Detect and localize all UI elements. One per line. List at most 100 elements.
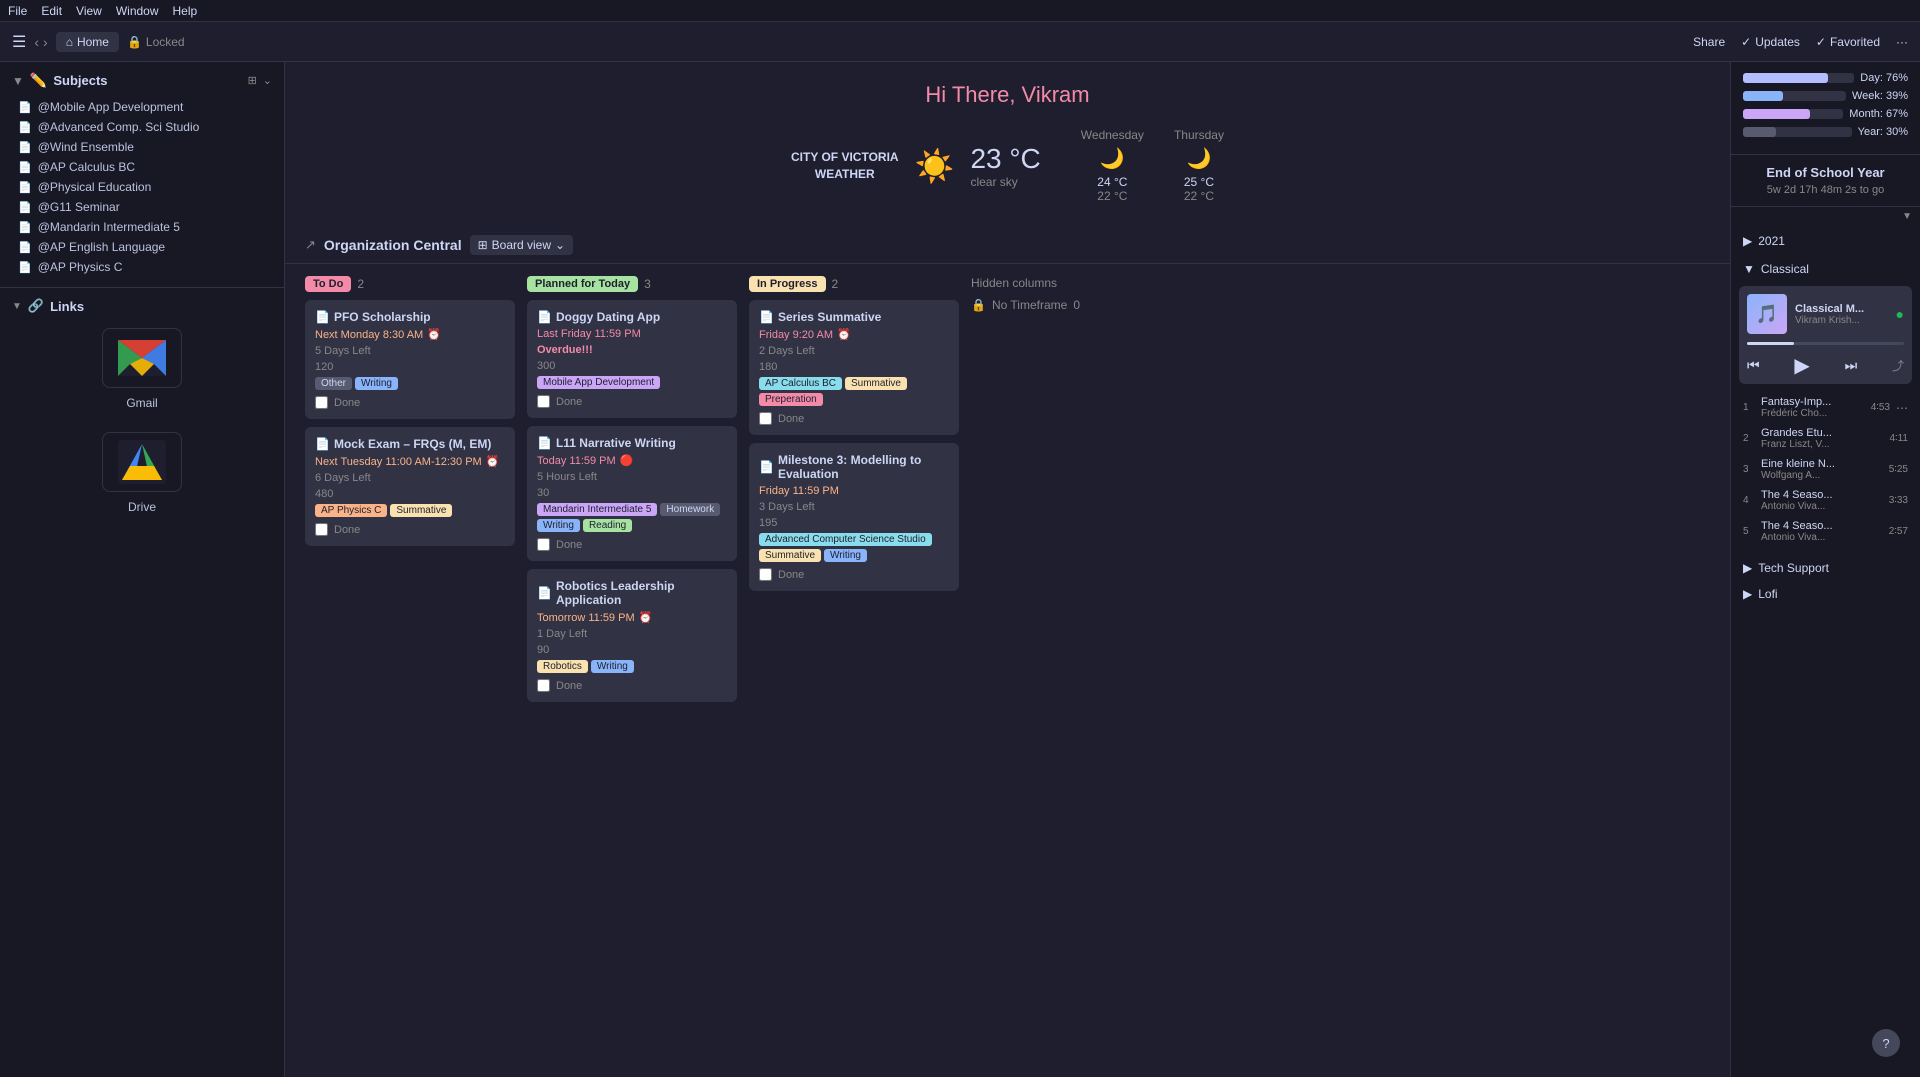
track-1[interactable]: 1 Fantasy-Imp... Frédéric Cho... 4∶53 ⋯ [1731, 392, 1920, 423]
drive-link[interactable]: Drive [12, 426, 272, 514]
menu-file[interactable]: File [8, 4, 27, 18]
help-button[interactable]: ? [1872, 1029, 1900, 1057]
weather-sun-icon: ☀️ [915, 147, 955, 185]
music-year-2021[interactable]: ▶ 2021 [1731, 226, 1920, 256]
doc-icon-5: 📄 [18, 181, 32, 194]
progress-year: Year: 30% [1743, 126, 1908, 138]
doc-icon-9: 📄 [18, 261, 32, 274]
tech-support-section[interactable]: ▶ Tech Support [1743, 555, 1908, 581]
year-label: Year: 30% [1858, 126, 1908, 138]
month-bar-fill [1743, 109, 1810, 119]
column-todo: To Do 2 📄 PFO Scholarship Next Monday 8:… [305, 276, 515, 710]
task-title-narrative: L11 Narrative Writing [556, 436, 676, 450]
sidebar-item-mobile-app[interactable]: 📄 @Mobile App Development [12, 97, 272, 117]
sidebar-item-mandarin[interactable]: 📄 @Mandarin Intermediate 5 [12, 217, 272, 237]
task-points-series: 180 [759, 361, 949, 373]
tag-ap-physics: AP Physics C [315, 504, 387, 517]
sidebar-item-ap-physics[interactable]: 📄 @AP Physics C [12, 257, 272, 277]
share-music-icon[interactable]: ⤴ [1892, 357, 1904, 374]
year-bar-fill [1743, 127, 1776, 137]
drive-label: Drive [128, 500, 156, 514]
task-due-series: Friday 9:20 AM ⏰ [759, 328, 949, 341]
task-due-pfo: Next Monday 8:30 AM ⏰ [315, 328, 505, 341]
sidebar-item-ap-english[interactable]: 📄 @AP English Language [12, 237, 272, 257]
updates-button[interactable]: ✓ Updates [1741, 35, 1800, 49]
task-title-series: Series Summative [778, 310, 881, 324]
music-collapse-arrow[interactable]: ▼ [1902, 211, 1912, 222]
nav-forward[interactable]: › [43, 34, 48, 50]
eoy-title: End of School Year [1743, 165, 1908, 180]
done-checkbox-doggy[interactable] [537, 395, 550, 408]
task-card-milestone: 📄 Milestone 3: Modelling to Evaluation F… [749, 443, 959, 591]
done-checkbox-pfo[interactable] [315, 396, 328, 409]
nav-locked: 🔒 Locked [127, 35, 185, 49]
track-5[interactable]: 5 The 4 Seaso... Antonio Viva... 2∶57 [1731, 516, 1920, 547]
doc-icon: 📄 [315, 310, 330, 324]
menu-help[interactable]: Help [173, 4, 198, 18]
hamburger-menu[interactable]: ☰ [12, 32, 26, 52]
gmail-link[interactable]: Gmail [12, 322, 272, 410]
tag-reading: Reading [583, 519, 632, 532]
menu-bar: File Edit View Window Help [0, 0, 1920, 22]
todo-count: 2 [357, 277, 364, 291]
no-timeframe-label: No Timeframe [992, 298, 1067, 312]
done-checkbox-narrative[interactable] [537, 538, 550, 551]
links-title: Links [50, 299, 84, 314]
music-controls: ⏮ ▶ ⏭ ⤴ [1739, 349, 1912, 384]
doc-icon-2: 📄 [18, 121, 32, 134]
music-classical-header[interactable]: ▼ Classical [1731, 256, 1920, 282]
menu-window[interactable]: Window [116, 4, 159, 18]
more-options[interactable]: ··· [1896, 35, 1908, 49]
task-tags-series: AP Calculus BC Summative Preperation [759, 377, 949, 406]
music-progress-bar[interactable] [1747, 342, 1904, 345]
subjects-collapse[interactable]: ▼ [12, 74, 24, 88]
play-button[interactable]: ▶ [1794, 353, 1809, 378]
lofi-section[interactable]: ▶ Lofi [1743, 581, 1908, 607]
planned-count: 3 [644, 277, 651, 291]
done-row-doggy: Done [537, 395, 727, 408]
sidebar-item-adv-comp-sci[interactable]: 📄 @Advanced Comp. Sci Studio [12, 117, 272, 137]
main-layout: ▼ ✏️ Subjects ⊞ ⌄ 📄 @Mobile App Developm… [0, 62, 1920, 1077]
task-title-robotics: Robotics Leadership Application [556, 579, 727, 607]
track-4[interactable]: 4 The 4 Seaso... Antonio Viva... 3∶33 [1731, 485, 1920, 516]
board-title: Organization Central [324, 237, 462, 253]
done-checkbox-mock[interactable] [315, 523, 328, 536]
sidebar-item-ap-calc[interactable]: 📄 @AP Calculus BC [12, 157, 272, 177]
board-view-button[interactable]: ⊞ Board view ⌄ [470, 235, 574, 255]
menu-view[interactable]: View [76, 4, 102, 18]
drive-logo-svg [118, 440, 166, 484]
tag-summative-3: Summative [759, 549, 821, 562]
sidebar-item-wind-ensemble[interactable]: 📄 @Wind Ensemble [12, 137, 272, 157]
share-button[interactable]: Share [1693, 35, 1725, 49]
spotify-icon: ● [1896, 306, 1904, 322]
done-checkbox-milestone[interactable] [759, 568, 772, 581]
sidebar-item-g11[interactable]: 📄 @G11 Seminar [12, 197, 272, 217]
board-expand-icon[interactable]: ↗ [305, 237, 316, 253]
links-collapse[interactable]: ▼ [12, 301, 22, 312]
doc-icon-milestone: 📄 [759, 460, 774, 474]
tag-summative: Summative [390, 504, 452, 517]
doc-icon-doggy: 📄 [537, 310, 552, 324]
weather-thursday: Thursday 🌙 25 °C 22 °C [1174, 128, 1224, 203]
done-checkbox-series[interactable] [759, 412, 772, 425]
done-checkbox-robotics[interactable] [537, 679, 550, 692]
hidden-columns-label: Hidden columns [971, 276, 1057, 290]
favorited-button[interactable]: ✓ Favorited [1816, 35, 1880, 49]
nav-back[interactable]: ‹ [34, 34, 39, 50]
doc-icon-8: 📄 [18, 241, 32, 254]
task-title-milestone: Milestone 3: Modelling to Evaluation [778, 453, 949, 481]
subjects-more[interactable]: ⌄ [263, 74, 272, 87]
menu-edit[interactable]: Edit [41, 4, 62, 18]
track-more-1[interactable]: ⋯ [1896, 401, 1908, 415]
track-2[interactable]: 2 Grandes Etu... Franz Liszt, V... 4∶11 [1731, 423, 1920, 454]
sidebar-item-phys-ed[interactable]: 📄 @Physical Education [12, 177, 272, 197]
nav-home[interactable]: ⌂ Home [56, 32, 119, 52]
clock-icon-robotics: ⏰ [639, 611, 653, 624]
tag-mandarin: Mandarin Intermediate 5 [537, 503, 657, 516]
subjects-add[interactable]: ⊞ [248, 74, 257, 87]
next-button[interactable]: ⏭ [1845, 357, 1858, 374]
prev-button[interactable]: ⏮ [1747, 357, 1760, 374]
tag-writing: Writing [355, 377, 398, 390]
track-3[interactable]: 3 Eine kleine N... Wolfgang A... 5∶25 [1731, 454, 1920, 485]
task-tags-milestone: Advanced Computer Science Studio Summati… [759, 533, 949, 562]
